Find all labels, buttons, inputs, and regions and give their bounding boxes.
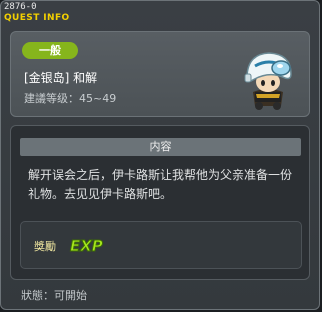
- exp-text: EXP: [70, 237, 103, 255]
- window-header: 2876-0 QUEST INFO: [4, 2, 70, 23]
- reward-box: 獎勵 EXP: [20, 221, 302, 269]
- quest-type-badge: 一般: [22, 42, 78, 59]
- quest-id: 2876-0: [4, 2, 37, 12]
- quest-info-window: 2876-0 QUEST INFO 一般 [金银岛] 和解 建議等级：45~49…: [0, 0, 320, 310]
- npc-avatar-icon: [244, 52, 292, 110]
- content-heading: 内容: [20, 138, 301, 156]
- quest-summary-panel: 一般 [金银岛] 和解 建議等级：45~49: [10, 31, 310, 117]
- quest-content-panel: 内容 解开误会之后，伊卡路斯让我帮他为父亲准备一份礼物。去见见伊卡路斯吧。 獎勵…: [10, 125, 310, 280]
- exp-icon: EXP: [70, 237, 104, 256]
- quest-status: 狀態：可開始: [21, 289, 87, 302]
- reward-label: 獎勵: [34, 240, 56, 253]
- window-title: QUEST INFO: [4, 13, 70, 23]
- quest-name: [金银岛] 和解: [24, 71, 98, 85]
- quest-description: 解开误会之后，伊卡路斯让我帮他为父亲准备一份礼物。去见见伊卡路斯吧。: [28, 168, 293, 201]
- recommended-level: 建議等级：45~49: [24, 92, 117, 105]
